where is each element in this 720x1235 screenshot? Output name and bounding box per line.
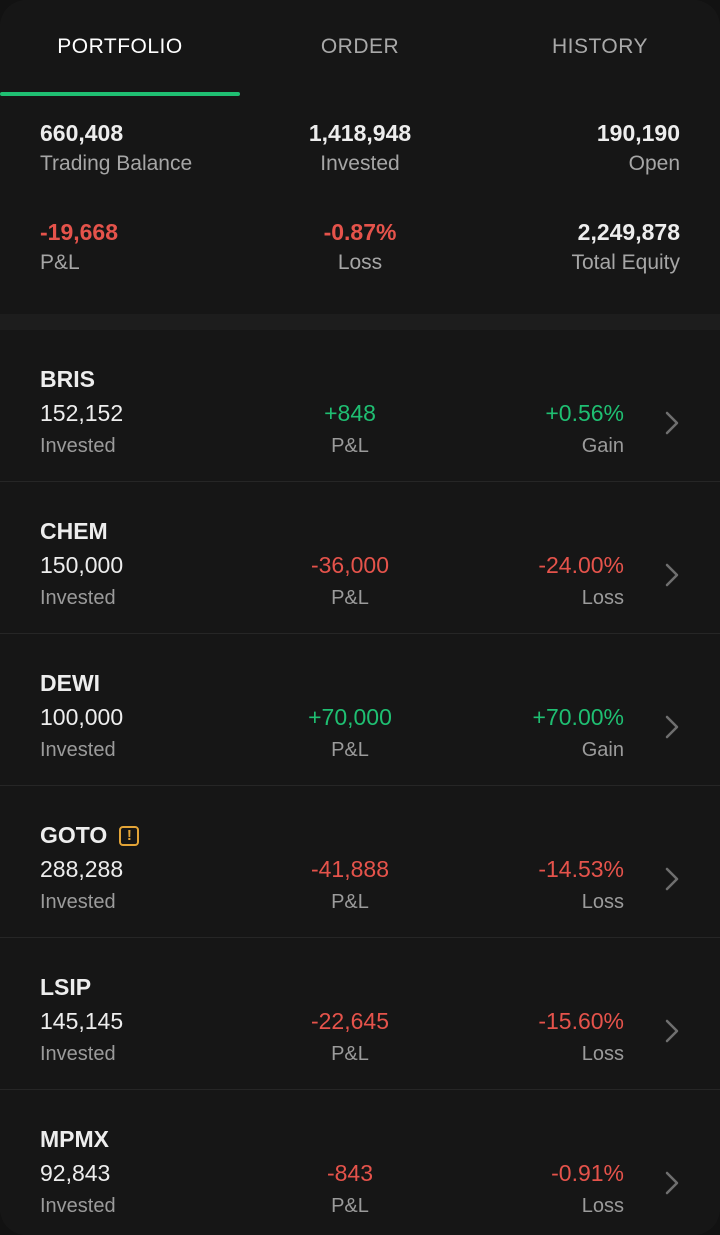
pnl-label: P&L <box>331 891 369 913</box>
pnl-label: P&L <box>331 1195 369 1217</box>
tab-portfolio-label: PORTFOLIO <box>57 35 183 58</box>
pnl-value: -19,668 <box>40 219 119 245</box>
ticker-label: DEWI <box>40 670 101 696</box>
loss-stat: -0.87% Loss <box>260 219 460 274</box>
trading-balance-label: Trading Balance <box>40 152 193 175</box>
ticker: CHEM <box>40 518 108 545</box>
chevron-right-icon <box>665 1019 679 1043</box>
pnl-label: P&L <box>331 587 369 609</box>
chevron-right-icon <box>665 411 679 435</box>
gain-loss-label: Loss <box>581 891 624 913</box>
invested-amount: 145,145 <box>40 1008 124 1034</box>
holding-row-chem[interactable]: CHEM 150,000 Invested -36,000 P&L -24.00… <box>0 482 720 634</box>
section-divider <box>0 314 720 330</box>
loss-label: Loss <box>337 251 383 274</box>
invested-stat: 1,418,948 Invested <box>260 120 460 175</box>
pnl-percent: +0.56% <box>545 400 624 426</box>
invested-label: Invested <box>40 587 116 609</box>
tab-bar: PORTFOLIO ORDER HISTORY <box>0 0 720 96</box>
holding-row-lsip[interactable]: LSIP 145,145 Invested -22,645 P&L -15.60… <box>0 938 720 1090</box>
tab-order[interactable]: ORDER <box>240 0 480 96</box>
loss-value: -0.87% <box>323 219 397 245</box>
holding-row-bris[interactable]: BRIS 152,152 Invested +848 P&L +0.56% Ga… <box>0 330 720 482</box>
open-stat: 190,190 Open <box>596 120 680 175</box>
holding-row-mpmx[interactable]: MPMX 92,843 Invested -843 P&L -0.91% Los… <box>0 1090 720 1235</box>
trading-balance-value: 660,408 <box>40 120 124 146</box>
pnl-stat: -19,668 P&L <box>40 219 119 274</box>
ticker-label: CHEM <box>40 518 108 544</box>
tab-portfolio[interactable]: PORTFOLIO <box>0 0 240 96</box>
invested-amount: 288,288 <box>40 856 124 882</box>
pnl-amount: +848 <box>324 400 376 426</box>
invested-label: Invested <box>40 739 116 761</box>
tab-history[interactable]: HISTORY <box>480 0 720 96</box>
gain-loss-label: Gain <box>581 739 624 761</box>
ticker-label: MPMX <box>40 1126 109 1152</box>
invested-amount: 92,843 <box>40 1160 111 1186</box>
pnl-percent: -15.60% <box>538 1008 624 1034</box>
trading-balance-stat: 660,408 Trading Balance <box>40 120 193 175</box>
pnl-label: P&L <box>40 251 80 274</box>
holding-row-goto[interactable]: GOTO ! 288,288 Invested -41,888 P&L -14.… <box>0 786 720 938</box>
pnl-amount: +70,000 <box>308 704 392 730</box>
invested-amount: 100,000 <box>40 704 124 730</box>
pnl-amount: -41,888 <box>310 856 389 882</box>
pnl-amount: -22,645 <box>310 1008 389 1034</box>
invested-value: 1,418,948 <box>308 120 412 146</box>
open-value: 190,190 <box>596 120 680 146</box>
total-equity-value: 2,249,878 <box>577 219 680 245</box>
app-frame: PORTFOLIO ORDER HISTORY 660,408 Trading … <box>0 0 720 1235</box>
pnl-amount: -36,000 <box>310 552 389 578</box>
total-equity-label: Total Equity <box>571 251 680 274</box>
ticker: BRIS <box>40 366 95 393</box>
ticker: MPMX <box>40 1126 109 1153</box>
invested-amount: 152,152 <box>40 400 124 426</box>
gain-loss-label: Loss <box>581 1195 624 1217</box>
pnl-percent: -0.91% <box>551 1160 624 1186</box>
invested-label: Invested <box>320 152 400 175</box>
chevron-right-icon <box>665 563 679 587</box>
invested-amount: 150,000 <box>40 552 124 578</box>
pnl-label: P&L <box>331 1043 369 1065</box>
pnl-label: P&L <box>331 435 369 457</box>
warning-badge-icon[interactable]: ! <box>119 825 140 846</box>
gain-loss-label: Loss <box>581 587 624 609</box>
ticker: LSIP <box>40 974 91 1001</box>
portfolio-summary: 660,408 Trading Balance 1,418,948 Invest… <box>0 96 720 314</box>
pnl-label: P&L <box>331 739 369 761</box>
gain-loss-label: Gain <box>581 435 624 457</box>
ticker-label: BRIS <box>40 366 95 392</box>
ticker: GOTO ! <box>40 822 140 849</box>
tab-history-label: HISTORY <box>551 35 649 58</box>
ticker-label: GOTO <box>40 822 108 848</box>
ticker-label: LSIP <box>40 974 92 1000</box>
pnl-amount: -843 <box>326 1160 374 1186</box>
pnl-percent: -24.00% <box>538 552 624 578</box>
open-label: Open <box>628 152 680 175</box>
invested-label: Invested <box>40 1043 116 1065</box>
pnl-percent: -14.53% <box>538 856 624 882</box>
chevron-right-icon <box>665 867 679 891</box>
tab-order-label: ORDER <box>320 35 400 58</box>
pnl-percent: +70.00% <box>532 704 624 730</box>
invested-label: Invested <box>40 435 116 457</box>
chevron-right-icon <box>665 715 679 739</box>
gain-loss-label: Loss <box>581 1043 624 1065</box>
invested-label: Invested <box>40 1195 116 1217</box>
holdings-list: BRIS 152,152 Invested +848 P&L +0.56% Ga… <box>0 330 720 1235</box>
total-equity-stat: 2,249,878 Total Equity <box>571 219 680 274</box>
invested-label: Invested <box>40 891 116 913</box>
chevron-right-icon <box>665 1171 679 1195</box>
holding-row-dewi[interactable]: DEWI 100,000 Invested +70,000 P&L +70.00… <box>0 634 720 786</box>
ticker: DEWI <box>40 670 100 697</box>
